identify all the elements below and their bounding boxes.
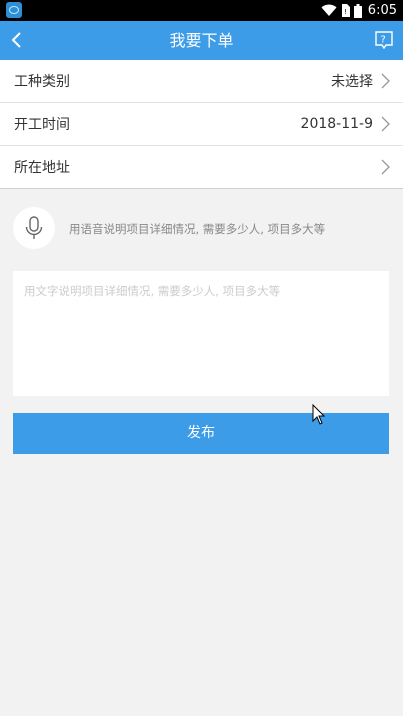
start-time-value: 2018-11-9 bbox=[300, 116, 373, 132]
mouse-cursor-icon bbox=[312, 404, 326, 425]
work-type-value: 未选择 bbox=[331, 74, 373, 90]
voice-hint: 用语音说明项目详细情况, 需要多少人, 项目多大等 bbox=[69, 222, 326, 236]
help-icon[interactable]: ? bbox=[375, 31, 393, 49]
clock: 6:05 bbox=[367, 3, 397, 18]
chevron-right-icon bbox=[381, 73, 390, 89]
svg-text:!: ! bbox=[344, 8, 347, 16]
work-type-label: 工种类别 bbox=[14, 74, 70, 90]
no-sim-icon: ! bbox=[341, 4, 350, 17]
address-row[interactable]: 所在地址 bbox=[0, 146, 403, 189]
wifi-icon bbox=[321, 4, 337, 16]
page-title: 我要下单 bbox=[169, 31, 234, 50]
work-type-row[interactable]: 工种类别 未选择 bbox=[0, 60, 403, 103]
description-textarea[interactable]: 用文字说明项目详细情况, 需要多少人, 项目多大等 bbox=[13, 271, 389, 396]
start-time-label: 开工时间 bbox=[14, 117, 70, 133]
svg-text:?: ? bbox=[381, 35, 386, 46]
status-bar: ! 6:05 bbox=[0, 0, 403, 21]
start-time-row[interactable]: 开工时间 2018-11-9 bbox=[0, 103, 403, 146]
address-label: 所在地址 bbox=[14, 160, 70, 176]
order-form: 工种类别 未选择 开工时间 2018-11-9 所在地址 bbox=[0, 60, 403, 189]
battery-icon bbox=[353, 3, 362, 18]
microphone-icon bbox=[25, 216, 43, 239]
microphone-button[interactable] bbox=[13, 207, 55, 249]
chevron-right-icon bbox=[381, 159, 390, 175]
publish-button[interactable]: 发布 bbox=[13, 413, 389, 454]
app-header: 我要下单 ? bbox=[0, 21, 403, 60]
voice-input-section: 用语音说明项目详细情况, 需要多少人, 项目多大等 bbox=[13, 207, 391, 251]
app-notification-icon bbox=[6, 2, 22, 18]
chevron-right-icon bbox=[381, 116, 390, 132]
